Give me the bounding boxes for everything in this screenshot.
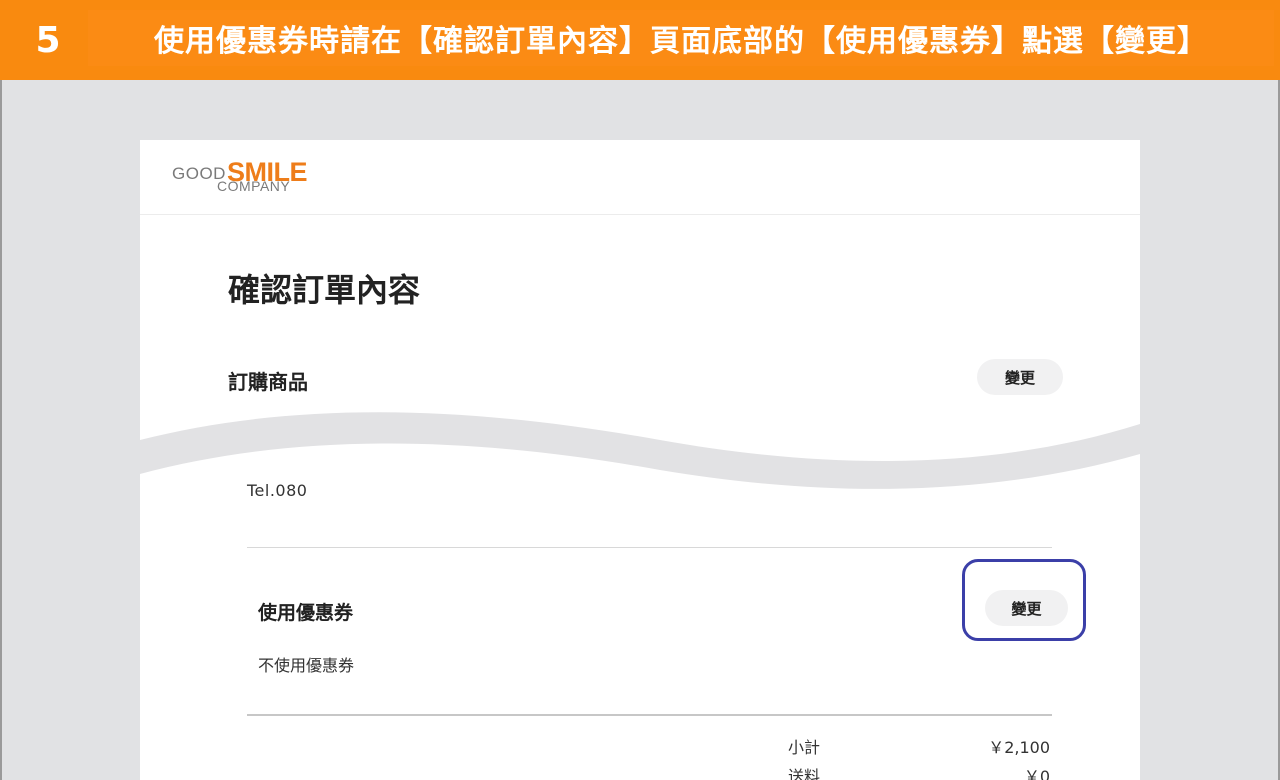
instruction-text: 使用優惠券時請在【確認訂單內容】頁面底部的【使用優惠券】點選【變更】 [88,10,1274,66]
subtotal-value: ￥2,100 [988,738,1050,757]
ordered-items-title: 訂購商品 [228,370,308,394]
order-confirmation-page: GOOD SMILE COMPANY 確認訂單內容 訂購商品 變更 Tel.08… [140,140,1140,780]
divider [247,714,1052,716]
omitted-content-wave [140,412,1140,489]
divider [247,547,1052,548]
step-number: 5 [35,19,61,61]
frame-border-left [0,80,2,780]
shipping-value: ￥0 [1023,767,1050,780]
subtotal-label: 小計 [788,738,821,757]
page-title: 確認訂單內容 [228,271,421,309]
site-header: GOOD SMILE COMPANY [140,140,1140,215]
instruction-banner: 5 使用優惠券時請在【確認訂單內容】頁面底部的【使用優惠券】點選【變更】 [0,0,1280,80]
good-smile-company-logo[interactable]: GOOD SMILE COMPANY [172,157,312,198]
shipping-label: 送料 [788,767,821,780]
coupon-section-title: 使用優惠券 [258,602,354,624]
telephone-text: Tel.080 [247,481,308,500]
change-items-button[interactable]: 變更 [977,359,1063,395]
change-coupon-button[interactable]: 變更 [985,590,1068,626]
logo-text-company: COMPANY [217,178,291,194]
coupon-value: 不使用優惠券 [258,656,355,675]
